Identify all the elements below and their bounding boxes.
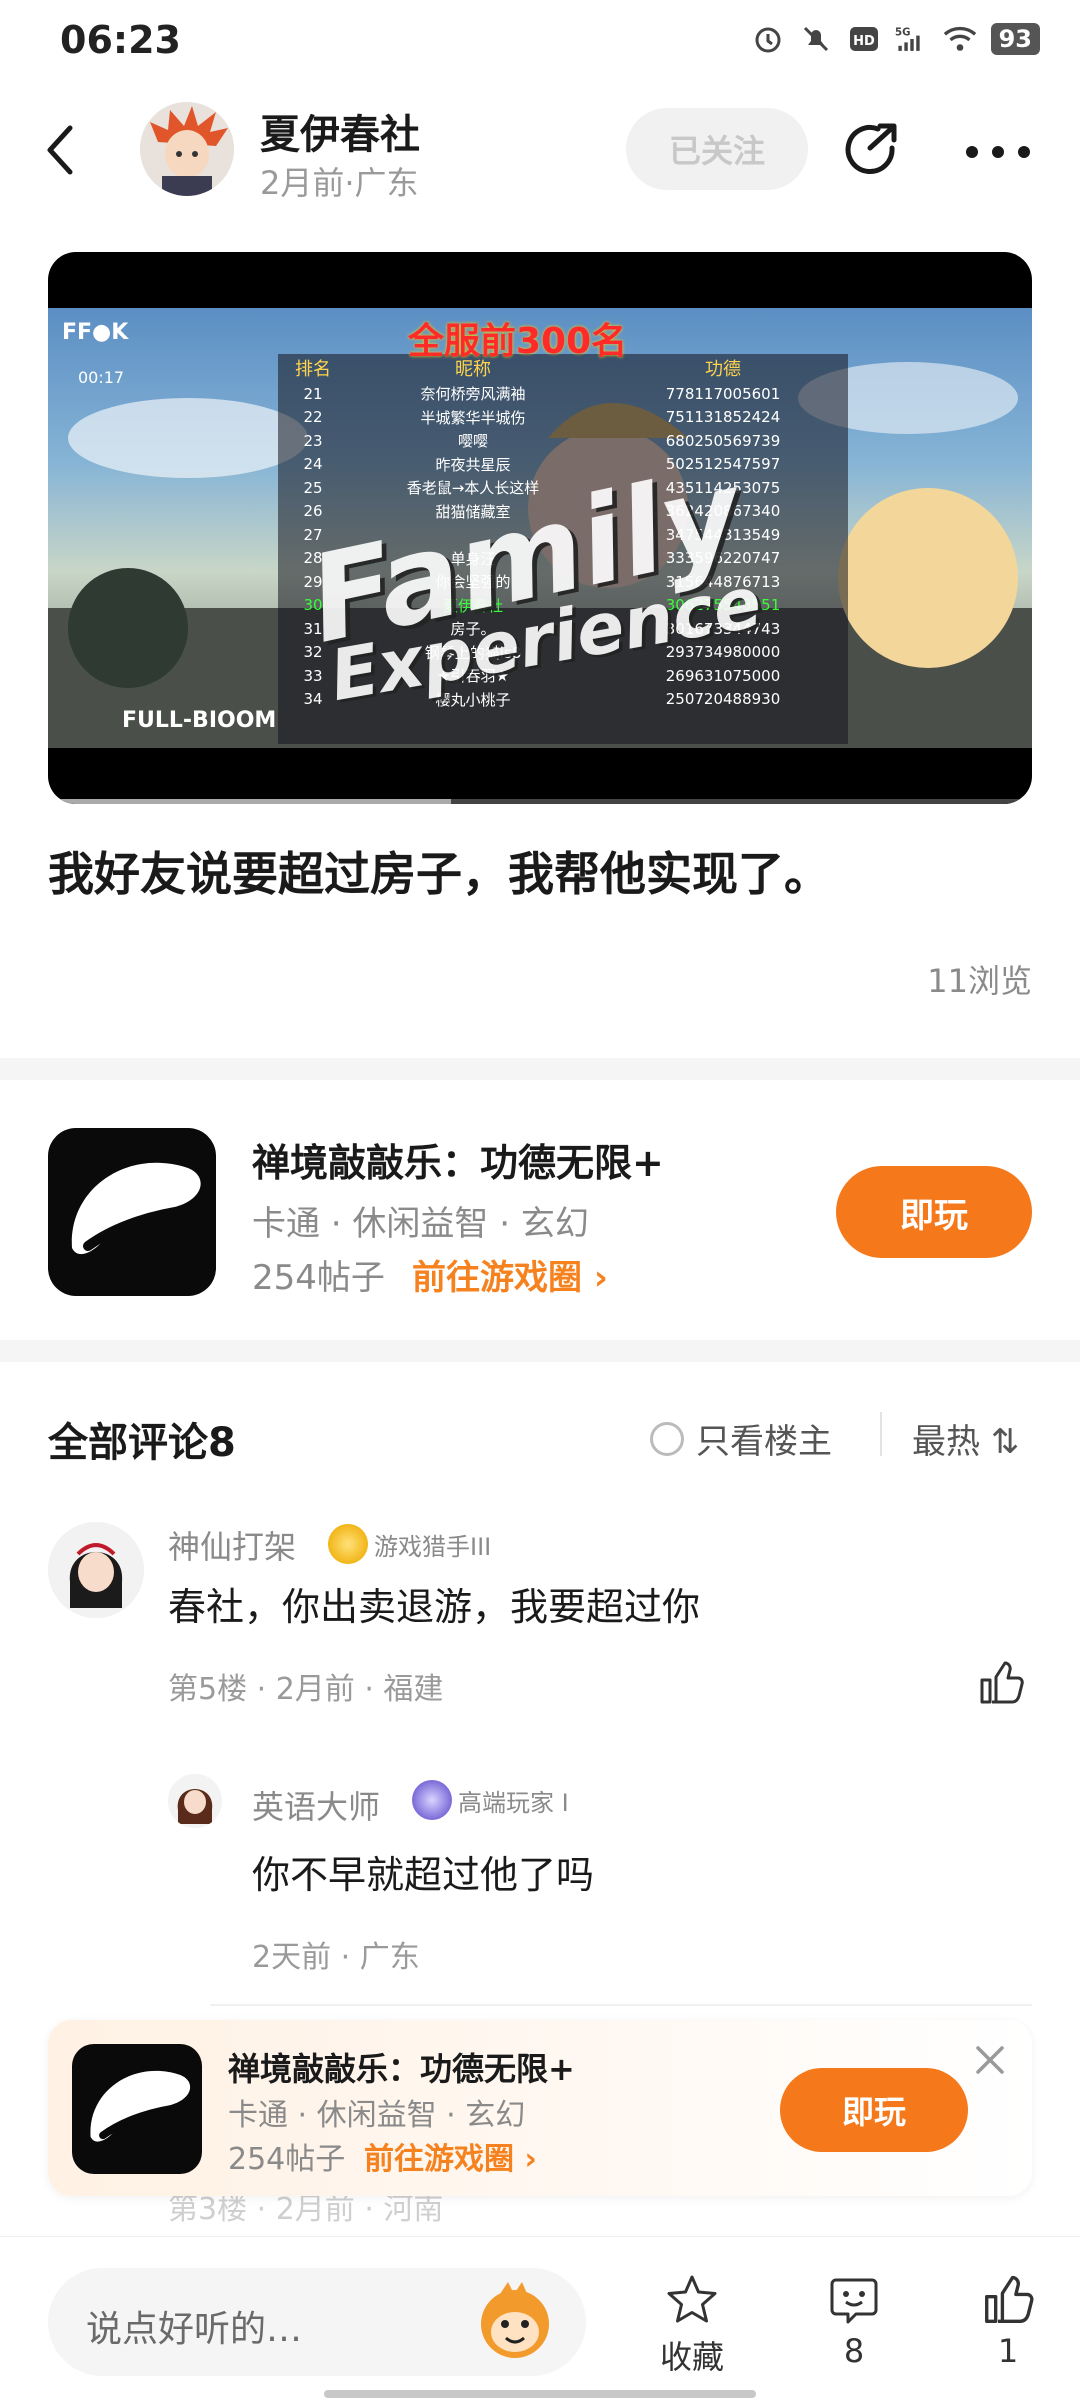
more-options-button[interactable] bbox=[958, 118, 1038, 184]
video-brand-logo: FF●K bbox=[62, 320, 129, 345]
video-progress-bar[interactable] bbox=[48, 799, 1032, 804]
thumbs-up-icon bbox=[980, 1661, 1024, 1704]
banner-game-title[interactable]: 禅境敲敲乐：功德无限+ bbox=[228, 2044, 575, 2090]
status-icons: HD 5G 93 bbox=[751, 22, 1040, 56]
signal-icon: 5G bbox=[895, 22, 929, 56]
share-icon bbox=[845, 123, 897, 174]
ranking-row: 22 半城繁华半城伤 751131852424 bbox=[303, 408, 781, 427]
play-now-button[interactable]: 即玩 bbox=[836, 1166, 1032, 1258]
reply-meta: 2天前 · 广东 bbox=[252, 1940, 420, 1975]
game-title[interactable]: 禅境敲敲乐：功德无限+ bbox=[252, 1132, 664, 1187]
ranking-row: 24 昨夜共星辰 502512547597 bbox=[303, 455, 781, 474]
svg-text:HD: HD bbox=[853, 34, 875, 49]
banner-play-button[interactable]: 即玩 bbox=[780, 2068, 968, 2152]
badge-label: 高端玩家 I bbox=[458, 1788, 569, 1817]
home-indicator[interactable] bbox=[324, 2390, 756, 2398]
like-button[interactable]: 1 bbox=[938, 2272, 1078, 2370]
comment-meta: 第5楼 · 2月前 · 福建 bbox=[168, 1672, 444, 1707]
video-player[interactable]: FF●K 00:17 排名 昵称 功德 21 奈何桥旁风满袖 77811700560… bbox=[48, 252, 1032, 804]
view-count: 11浏览 bbox=[927, 962, 1032, 1000]
wooden-fish-icon bbox=[71, 1162, 201, 1255]
battery-indicator: 93 bbox=[990, 23, 1040, 55]
ranking-row: 21 奈何桥旁风满袖 778117005601 bbox=[303, 384, 781, 404]
comment-count: 8 bbox=[843, 2332, 865, 2370]
reply-separator bbox=[210, 2004, 1032, 2006]
game-post-count: 254帖子 bbox=[252, 1258, 385, 1298]
banner-game-circle-link[interactable]: 前往游戏圈 › bbox=[364, 2134, 537, 2178]
post-meta: 2月前·广东 bbox=[260, 164, 419, 202]
banner-close-button[interactable] bbox=[970, 2040, 1010, 2080]
comment-like-button[interactable] bbox=[976, 1658, 1026, 1708]
author-avatar[interactable] bbox=[140, 102, 234, 196]
badge-icon bbox=[412, 1780, 452, 1820]
sort-hot-button[interactable]: 最热 ⇅ bbox=[912, 1414, 1019, 1463]
radio-icon[interactable] bbox=[650, 1421, 684, 1456]
replier-name[interactable]: 英语大师 bbox=[252, 1782, 380, 1828]
banner-game-tags: 卡通 · 休闲益智 · 玄幻 bbox=[228, 2098, 526, 2133]
back-button[interactable] bbox=[40, 120, 100, 190]
game-tags: 卡通 · 休闲益智 · 玄幻 bbox=[252, 1204, 589, 1244]
thumbs-up-icon bbox=[985, 2275, 1034, 2323]
favorite-label: 收藏 bbox=[659, 2338, 724, 2376]
favorite-button[interactable]: 收藏 bbox=[622, 2272, 762, 2378]
video-frame: FF●K 00:17 排名 昵称 功德 21 奈何桥旁风满袖 77811700560… bbox=[48, 308, 1032, 748]
wooden-fish-icon bbox=[90, 2070, 191, 2142]
video-progress-fill bbox=[48, 799, 452, 804]
floating-game-banner[interactable]: 禅境敲敲乐：功德无限+ 卡通 · 休闲益智 · 玄幻 254帖子 前往游戏圈 ›… bbox=[48, 2020, 1032, 2196]
status-time: 06:23 bbox=[60, 18, 181, 62]
header-rank: 排名 bbox=[295, 359, 331, 380]
close-icon bbox=[976, 2046, 1004, 2074]
section-divider bbox=[0, 1340, 1080, 1362]
badge-label: 游戏猎手III bbox=[374, 1532, 492, 1561]
replier-avatar[interactable] bbox=[168, 1774, 222, 1828]
banner-game-icon[interactable] bbox=[72, 2044, 202, 2174]
comment-input-placeholder[interactable]: 说点好听的… bbox=[86, 2300, 302, 2352]
hd-icon: HD bbox=[847, 22, 881, 56]
level-badge: 游戏猎手III bbox=[328, 1524, 491, 1564]
commenter-name[interactable]: 神仙打架 bbox=[168, 1522, 296, 1568]
reply-text: 你不早就超过他了吗 bbox=[252, 1853, 595, 1897]
header-score: 功德 bbox=[705, 359, 741, 380]
more-icon bbox=[966, 146, 1030, 158]
game-icon[interactable] bbox=[48, 1128, 216, 1296]
star-icon bbox=[667, 2275, 717, 2323]
banner-post-count: 254帖子 bbox=[228, 2142, 346, 2177]
video-overlay-title: 全服前300名 bbox=[408, 321, 628, 362]
monkey-mascot-icon bbox=[481, 2282, 549, 2358]
badge-icon bbox=[328, 1524, 368, 1564]
status-bar: 06:23 HD 5G 93 bbox=[0, 0, 1080, 84]
level-badge: 高端玩家 I bbox=[412, 1780, 569, 1820]
like-count: 1 bbox=[997, 2332, 1019, 2370]
mute-icon bbox=[799, 22, 833, 56]
video-timestamp: 00:17 bbox=[78, 368, 125, 387]
game-circle-link[interactable]: 前往游戏圈 › bbox=[412, 1250, 608, 1299]
alarm-icon bbox=[751, 22, 785, 56]
comments-title: 全部评论8 bbox=[48, 1420, 236, 1466]
comment-button[interactable]: 8 bbox=[784, 2272, 924, 2370]
mascot-emoji-button[interactable] bbox=[470, 2276, 560, 2366]
svg-text:5G: 5G bbox=[895, 28, 910, 39]
ranking-row: 23 嘤嘤 680250569739 bbox=[303, 431, 781, 451]
commenter-avatar[interactable] bbox=[48, 1522, 144, 1618]
comment-bubble-icon bbox=[830, 2278, 878, 2324]
post-text: 我好友说要超过房子，我帮他实现了。 bbox=[48, 847, 830, 901]
share-button[interactable] bbox=[840, 118, 906, 184]
comment-text: 春社，你出卖退游，我要超过你 bbox=[168, 1585, 701, 1629]
video-footer-brand: FULL-BIOOM bbox=[122, 708, 277, 733]
sort-separator bbox=[880, 1412, 882, 1456]
follow-button[interactable]: 已关注 bbox=[626, 108, 808, 190]
only-owner-label: 只看楼主 bbox=[696, 1422, 832, 1462]
only-owner-toggle[interactable]: 只看楼主 bbox=[650, 1414, 832, 1463]
wifi-icon bbox=[943, 22, 977, 56]
author-name[interactable]: 夏伊春社 bbox=[260, 102, 420, 160]
post-header: 夏伊春社 2月前·广东 已关注 bbox=[0, 90, 1080, 220]
section-divider bbox=[0, 1058, 1080, 1080]
